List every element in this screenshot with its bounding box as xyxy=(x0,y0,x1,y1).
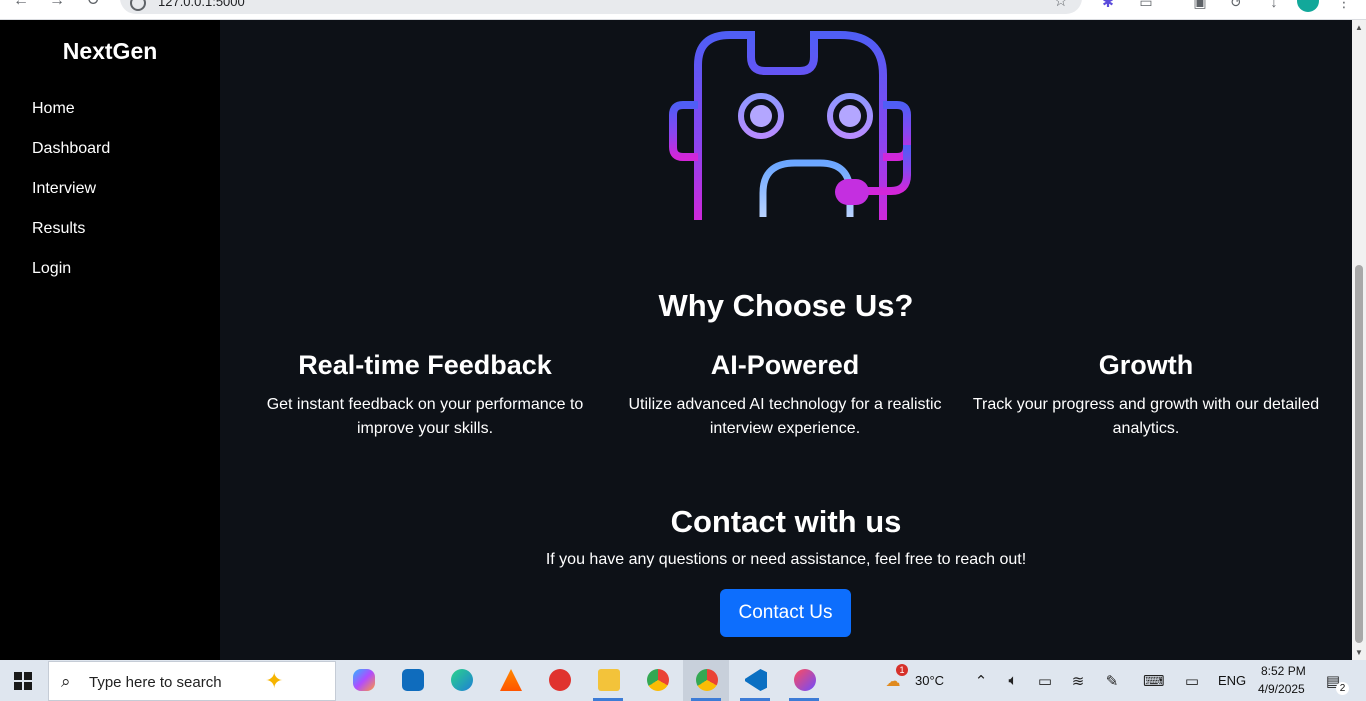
browser-toolbar: ← → ↻ 127.0.0.1:5000 ☆ ✱ ▭ ▣ ↺ ↓ ⋮ xyxy=(0,0,1366,20)
display-icon[interactable]: ▭ xyxy=(1183,672,1201,690)
clock-date[interactable]: 4/9/2025 xyxy=(1258,682,1305,696)
outlook-icon[interactable] xyxy=(389,660,435,701)
search-icon: ⌕ xyxy=(61,672,71,691)
sidebar-item-login[interactable]: Login xyxy=(32,260,71,278)
address-url[interactable]: 127.0.0.1:5000 xyxy=(158,0,245,9)
weather-temperature[interactable]: 30°C xyxy=(915,673,944,688)
feature-text: Get instant feedback on your performance… xyxy=(266,396,584,437)
profile-avatar[interactable] xyxy=(1297,0,1319,12)
chrome-profile-icon[interactable] xyxy=(683,660,729,701)
clock-time[interactable]: 8:52 PM xyxy=(1261,664,1306,678)
tab-search-icon[interactable]: ▣ xyxy=(1192,0,1208,10)
windows-taskbar: ⌕ Type here to search ✦ ☁ 1 30°C ⌃ 🔈︎ ▭ … xyxy=(0,660,1366,701)
sidebar-item-home[interactable]: Home xyxy=(32,100,75,118)
feature-text: Track your progress and growth with our … xyxy=(972,396,1320,437)
main-content: Why Choose Us? Real-time Feedback Get in… xyxy=(220,20,1352,660)
scroll-up-arrow-icon[interactable]: ▲ xyxy=(1355,23,1363,32)
language-indicator[interactable]: ENG xyxy=(1218,673,1246,688)
sidebar-item-results[interactable]: Results xyxy=(32,220,85,238)
vscode-icon[interactable] xyxy=(732,660,778,701)
contact-description: If you have any questions or need assist… xyxy=(545,551,1027,568)
chevron-up-icon[interactable]: ⌃ xyxy=(972,672,990,690)
weather-badge: 1 xyxy=(896,664,908,676)
app-icon[interactable] xyxy=(536,660,582,701)
notification-count: 2 xyxy=(1336,682,1349,695)
feature-title: Real-time Feedback xyxy=(298,350,552,380)
file-explorer-icon[interactable] xyxy=(585,660,631,701)
feature-title: Growth xyxy=(1098,350,1194,380)
chrome-icon[interactable] xyxy=(634,660,680,701)
feature-title: AI-Powered xyxy=(710,350,860,380)
site-info-icon[interactable] xyxy=(130,0,146,11)
battery-icon[interactable]: ▭ xyxy=(1036,672,1054,690)
why-choose-us-heading: Why Choose Us? xyxy=(658,288,914,323)
robot-headset-icon xyxy=(669,31,911,220)
snipping-tool-icon[interactable] xyxy=(781,660,827,701)
address-bar[interactable]: 127.0.0.1:5000 ☆ xyxy=(120,0,1082,14)
star-icon[interactable]: ☆ xyxy=(1054,0,1068,11)
back-arrow-icon[interactable]: ← xyxy=(12,0,30,10)
sidebar-item-interview[interactable]: Interview xyxy=(32,180,96,198)
wifi-icon[interactable]: ≋ xyxy=(1069,672,1087,690)
keyboard-icon[interactable]: ⌨ xyxy=(1143,672,1165,690)
app-page: NextGen Home Dashboard Interview Results… xyxy=(0,20,1352,660)
sidebar: NextGen Home Dashboard Interview Results… xyxy=(0,20,220,660)
search-highlight-icon: ✦ xyxy=(265,668,284,693)
sidebar-item-dashboard[interactable]: Dashboard xyxy=(32,140,110,158)
contact-us-button[interactable]: Contact Us xyxy=(720,589,851,637)
history-icon[interactable]: ↺ xyxy=(1228,0,1244,10)
pen-icon[interactable]: ✎ xyxy=(1103,672,1121,690)
edge-icon[interactable] xyxy=(438,660,484,701)
feature-card-ai-powered: AI-Powered Utilize advanced AI technolog… xyxy=(610,350,960,441)
windows-start-icon[interactable] xyxy=(14,672,32,690)
feature-text: Utilize advanced AI technology for a rea… xyxy=(628,396,942,437)
page-scrollbar[interactable]: ▲ ▼ xyxy=(1352,20,1366,660)
taskbar-search-box[interactable]: ⌕ Type here to search ✦ xyxy=(48,661,336,701)
extension-icon[interactable]: ✱ xyxy=(1100,0,1116,10)
feature-card-growth: Growth Track your progress and growth wi… xyxy=(971,350,1321,441)
contact-heading: Contact with us xyxy=(670,504,902,539)
feature-card-realtime-feedback: Real-time Feedback Get instant feedback … xyxy=(250,350,600,441)
copilot-icon[interactable] xyxy=(340,660,386,701)
reload-icon[interactable]: ↻ xyxy=(84,0,102,10)
download-icon[interactable]: ↓ xyxy=(1266,0,1282,10)
volume-icon[interactable]: 🔈︎ xyxy=(1004,672,1022,689)
brand-logo[interactable]: NextGen xyxy=(0,38,220,65)
install-icon[interactable]: ▭ xyxy=(1138,0,1154,10)
scrollbar-thumb[interactable] xyxy=(1355,265,1363,643)
search-placeholder: Type here to search xyxy=(89,674,222,691)
menu-dots-icon[interactable]: ⋮ xyxy=(1336,0,1352,10)
vlc-icon[interactable] xyxy=(487,660,533,701)
scroll-down-arrow-icon[interactable]: ▼ xyxy=(1355,648,1363,657)
forward-arrow-icon[interactable]: → xyxy=(48,0,66,10)
